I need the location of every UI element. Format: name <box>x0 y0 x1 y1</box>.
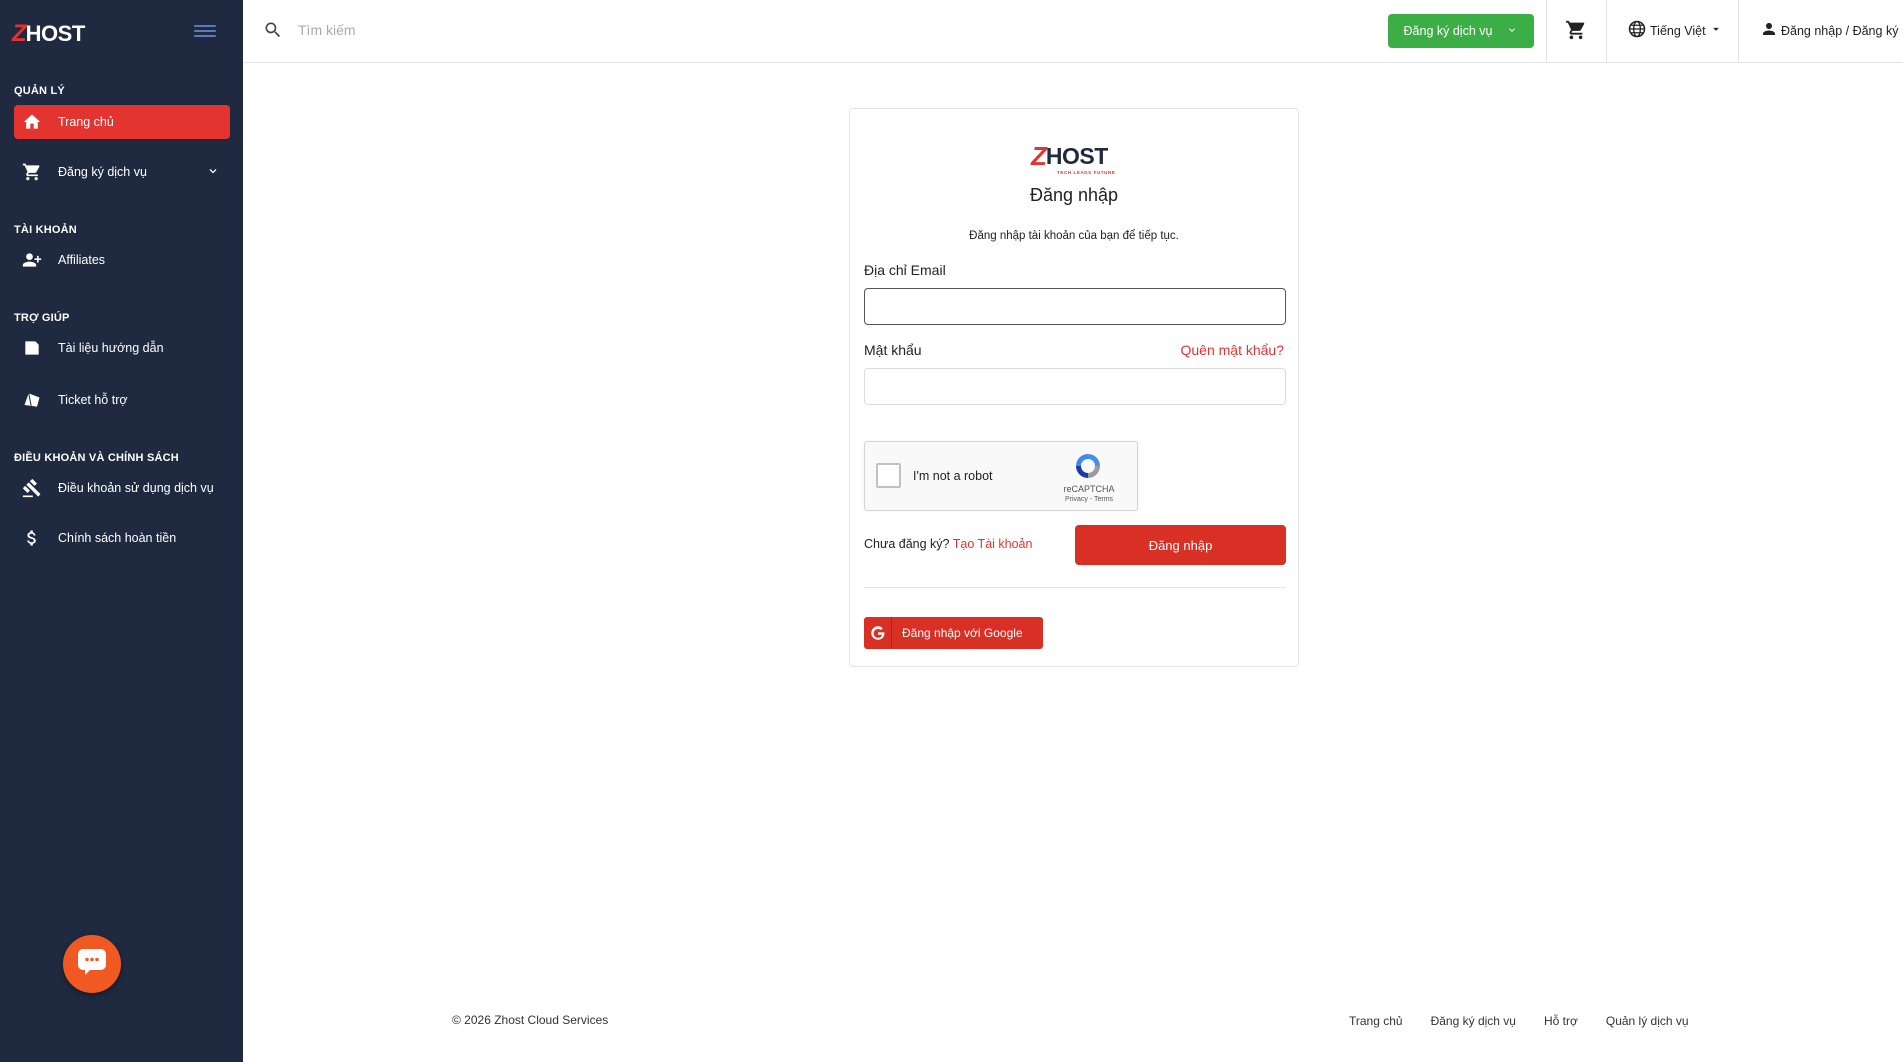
gavel-icon <box>22 478 42 498</box>
chat-button[interactable] <box>63 935 121 993</box>
header-divider <box>1606 0 1607 63</box>
logo-z: Z <box>12 20 27 47</box>
login-card: Z HOST TECH LEADS FUTURE Đăng nhập Đăng … <box>849 108 1299 667</box>
book-icon <box>22 338 42 358</box>
sidebar-item-register-service[interactable]: Đăng ký dịch vụ <box>14 155 230 189</box>
email-field[interactable] <box>864 288 1286 325</box>
footer-link-manage-service[interactable]: Quản lý dịch vụ <box>1606 1014 1689 1028</box>
card-divider <box>864 587 1286 588</box>
sidebar-item-label: Chính sách hoàn tiền <box>58 531 177 545</box>
sidebar-item-terms[interactable]: Điều khoản sử dụng dịch vụ <box>14 471 230 505</box>
login-title: Đăng nhập <box>1029 185 1119 205</box>
footer-link-home[interactable]: Trang chủ <box>1349 1014 1403 1028</box>
sidebar-item-label: Affiliates <box>58 253 106 267</box>
card-logo: Z HOST TECH LEADS FUTURE <box>1031 141 1115 175</box>
recaptcha-checkbox[interactable] <box>876 463 901 488</box>
recaptcha-brand: reCAPTCHA <box>1063 484 1115 494</box>
logo-host: HOST <box>25 21 86 46</box>
language-label: Tiếng Việt <box>1650 23 1706 38</box>
sidebar-item-docs[interactable]: Tài liệu hướng dẫn <box>14 331 230 365</box>
sidebar-item-home[interactable]: Trang chủ <box>14 105 230 139</box>
sidebar-item-affiliates[interactable]: Affiliates <box>14 243 230 277</box>
sidebar-item-label: Ticket hỗ trợ <box>58 393 128 407</box>
password-field[interactable] <box>864 368 1286 405</box>
sidebar-logo[interactable]: Z HOST <box>12 20 85 48</box>
register-service-button[interactable]: Đăng ký dịch vụ <box>1388 14 1534 48</box>
google-icon <box>864 617 892 649</box>
signup-prompt-text: Chưa đăng ký? <box>864 537 950 551</box>
create-account-link[interactable]: Tạo Tài khoản <box>953 537 1033 551</box>
login-register-label: Đăng nhập / Đăng ký <box>1781 23 1899 38</box>
google-login-label: Đăng nhập với Google <box>902 626 1023 640</box>
section-title-help: TRỢ GIÚP <box>14 312 70 324</box>
dollar-icon <box>22 528 42 548</box>
login-subtitle: Đăng nhập tài khoản của bạn để tiếp tục. <box>969 230 1179 242</box>
card-logo-host: HOST <box>1045 143 1108 169</box>
chevron-down-icon[interactable] <box>206 164 220 181</box>
sidebar-item-ticket[interactable]: Ticket hỗ trợ <box>14 383 230 417</box>
recaptcha-label: I'm not a robot <box>913 469 993 483</box>
cart-icon <box>22 162 42 182</box>
sidebar: Z HOST QUẢN LÝ Trang chủ Đăng ký dịch vụ… <box>0 0 243 1062</box>
register-service-label: Đăng ký dịch vụ <box>1403 24 1493 38</box>
sidebar-item-label: Điều khoản sử dụng dịch vụ <box>58 481 214 495</box>
card-logo-tagline: TECH LEADS FUTURE <box>1057 170 1116 175</box>
top-header: Đăng ký dịch vụ Tiếng Việt Đăng nhập / Đ… <box>243 0 1903 63</box>
menu-toggle-icon[interactable] <box>194 22 216 40</box>
sidebar-item-refund[interactable]: Chính sách hoàn tiền <box>14 521 230 555</box>
chat-icon <box>77 948 107 981</box>
signup-prompt: Chưa đăng ký? Tạo Tài khoản <box>864 537 1032 551</box>
section-title-policy: ĐIỀU KHOẢN VÀ CHÍNH SÁCH <box>14 452 179 464</box>
password-label: Mật khẩu <box>864 342 922 358</box>
header-divider <box>1738 0 1739 63</box>
forgot-password-link[interactable]: Quên mật khẩu? <box>1180 342 1284 358</box>
card-logo-z: Z <box>1031 141 1047 171</box>
globe-icon <box>1627 19 1647 42</box>
cart-icon[interactable] <box>1565 19 1587 46</box>
ticket-icon <box>22 390 42 410</box>
sidebar-item-label: Trang chủ <box>58 115 114 129</box>
recaptcha-terms[interactable]: Privacy - Terms <box>1039 496 1139 503</box>
section-title-management: QUẢN LÝ <box>14 85 65 97</box>
search-icon[interactable] <box>263 20 283 45</box>
google-login-button[interactable]: Đăng nhập với Google <box>864 617 1043 649</box>
sidebar-item-label: Tài liệu hướng dẫn <box>58 341 164 355</box>
language-selector[interactable]: Tiếng Việt <box>1627 19 1723 42</box>
caret-down-icon <box>1709 22 1723 39</box>
recaptcha-icon <box>1073 451 1103 481</box>
footer-copyright: © 2026 Zhost Cloud Services <box>452 1013 609 1027</box>
login-register-link[interactable]: Đăng nhập / Đăng ký <box>1760 20 1898 41</box>
user-icon <box>1760 20 1778 41</box>
section-title-account: TÀI KHOẢN <box>14 224 77 236</box>
footer-links: Trang chủ Đăng ký dịch vụ Hỗ trợ Quản lý… <box>1349 1014 1689 1028</box>
user-add-icon <box>22 250 42 270</box>
chevron-down-icon <box>1506 24 1518 39</box>
sidebar-item-label: Đăng ký dịch vụ <box>58 165 147 179</box>
login-submit-button[interactable]: Đăng nhập <box>1075 525 1286 565</box>
home-icon <box>22 112 42 132</box>
email-label: Địa chỉ Email <box>864 262 946 278</box>
recaptcha-widget: I'm not a robot reCAPTCHA Privacy - Term… <box>864 441 1138 511</box>
header-divider <box>1546 0 1547 63</box>
search-input[interactable] <box>298 16 698 44</box>
footer-link-register-service[interactable]: Đăng ký dịch vụ <box>1431 1014 1516 1028</box>
footer-link-support[interactable]: Hỗ trợ <box>1544 1014 1578 1028</box>
